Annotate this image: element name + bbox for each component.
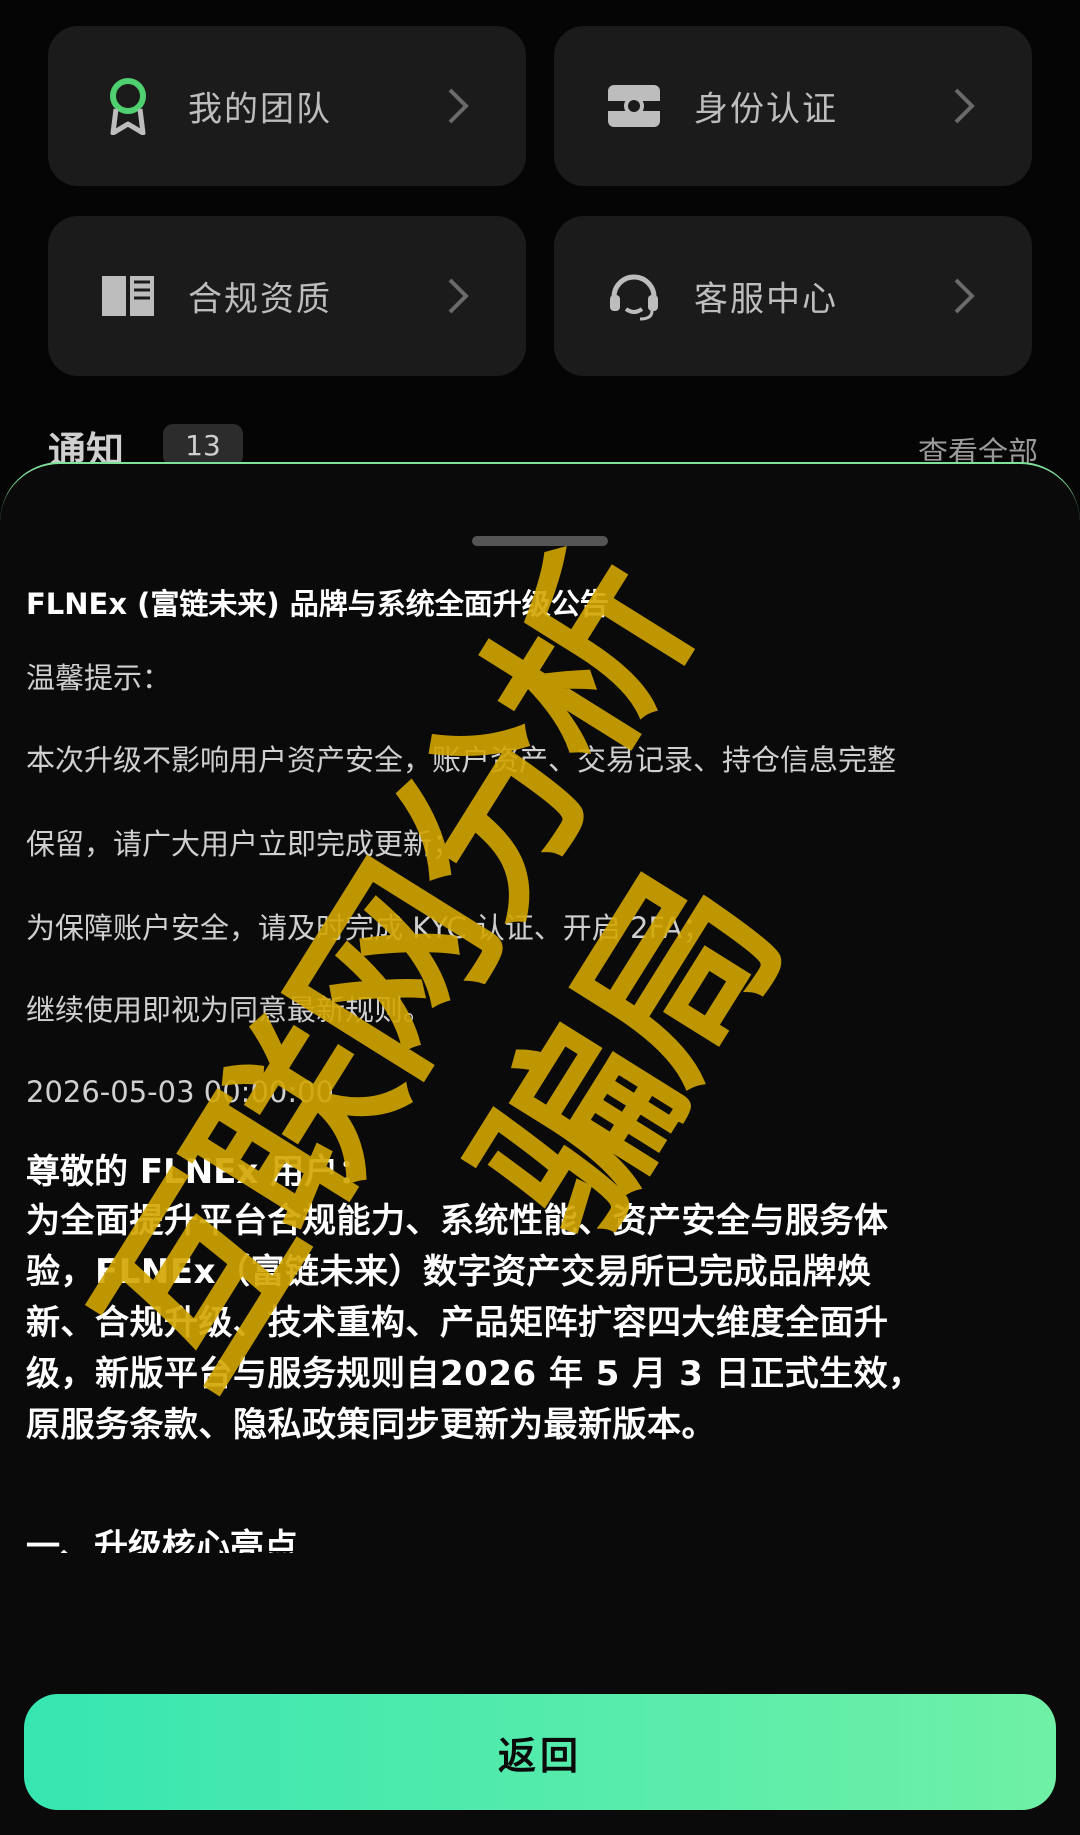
book-icon bbox=[100, 268, 156, 324]
menu-card-compliance[interactable]: 合规资质 bbox=[48, 216, 526, 376]
body-line: 验，FLNEx（富链未来）数字资产交易所已完成品牌焕 bbox=[26, 1252, 872, 1292]
notice-count-badge: 13 bbox=[163, 424, 243, 466]
back-button[interactable]: 返回 bbox=[24, 1694, 1056, 1810]
menu-card-support[interactable]: 客服中心 bbox=[554, 216, 1032, 376]
chevron-right-icon bbox=[952, 86, 976, 126]
chevron-right-icon bbox=[952, 276, 976, 316]
tip-line: 继续使用即视为同意最新规则。 bbox=[26, 993, 433, 1027]
page: 我的团队 身份认证 合规资质 客服中心 通知 13 查看全部 FLNEx (富链… bbox=[0, 0, 1080, 1835]
section-heading: 一、升级核心亮点 bbox=[26, 1527, 298, 1553]
menu-label: 合规资质 bbox=[188, 279, 332, 320]
announcement-title: FLNEx (富链未来) 品牌与系统全面升级公告 bbox=[26, 587, 609, 621]
menu-card-my-team[interactable]: 我的团队 bbox=[48, 26, 526, 186]
menu-label: 身份认证 bbox=[694, 89, 838, 130]
tip-line: 本次升级不影响用户资产安全，账户资产、交易记录、持仓信息完整 bbox=[26, 743, 897, 777]
body-line: 级，新版平台与服务规则自2026 年 5 月 3 日正式生效， bbox=[26, 1354, 923, 1394]
announcement-content: FLNEx (富链未来) 品牌与系统全面升级公告 温馨提示： 本次升级不影响用户… bbox=[26, 584, 1056, 1553]
headset-icon bbox=[606, 268, 662, 324]
body-line: 新、合规升级、技术重构、产品矩阵扩容四大维度全面升 bbox=[26, 1303, 889, 1343]
menu-label: 客服中心 bbox=[694, 279, 838, 320]
ribbon-award-icon bbox=[100, 78, 156, 135]
menu-card-identity[interactable]: 身份认证 bbox=[554, 26, 1032, 186]
body-line: 原服务条款、隐私政策同步更新为最新版本。 bbox=[26, 1405, 716, 1445]
drag-handle[interactable] bbox=[472, 536, 608, 546]
chevron-right-icon bbox=[446, 276, 470, 316]
body-line: 为全面提升平台合规能力、系统性能、资产安全与服务体 bbox=[26, 1201, 889, 1241]
id-card-icon bbox=[606, 78, 662, 134]
chevron-right-icon bbox=[446, 86, 470, 126]
greeting: 尊敬的 FLNEx 用户： bbox=[26, 1152, 373, 1192]
announcement-date: 2026-05-03 00:00:00 bbox=[26, 1075, 334, 1109]
tip-line: 保留，请广大用户立即完成更新； bbox=[26, 827, 462, 861]
menu-label: 我的团队 bbox=[188, 89, 332, 130]
announcement-sheet: FLNEx (富链未来) 品牌与系统全面升级公告 温馨提示： 本次升级不影响用户… bbox=[0, 462, 1080, 1835]
tip-line: 温馨提示： bbox=[26, 661, 172, 695]
tip-line: 为保障账户安全，请及时完成 KYC 认证、开启 2FA； bbox=[26, 911, 712, 945]
